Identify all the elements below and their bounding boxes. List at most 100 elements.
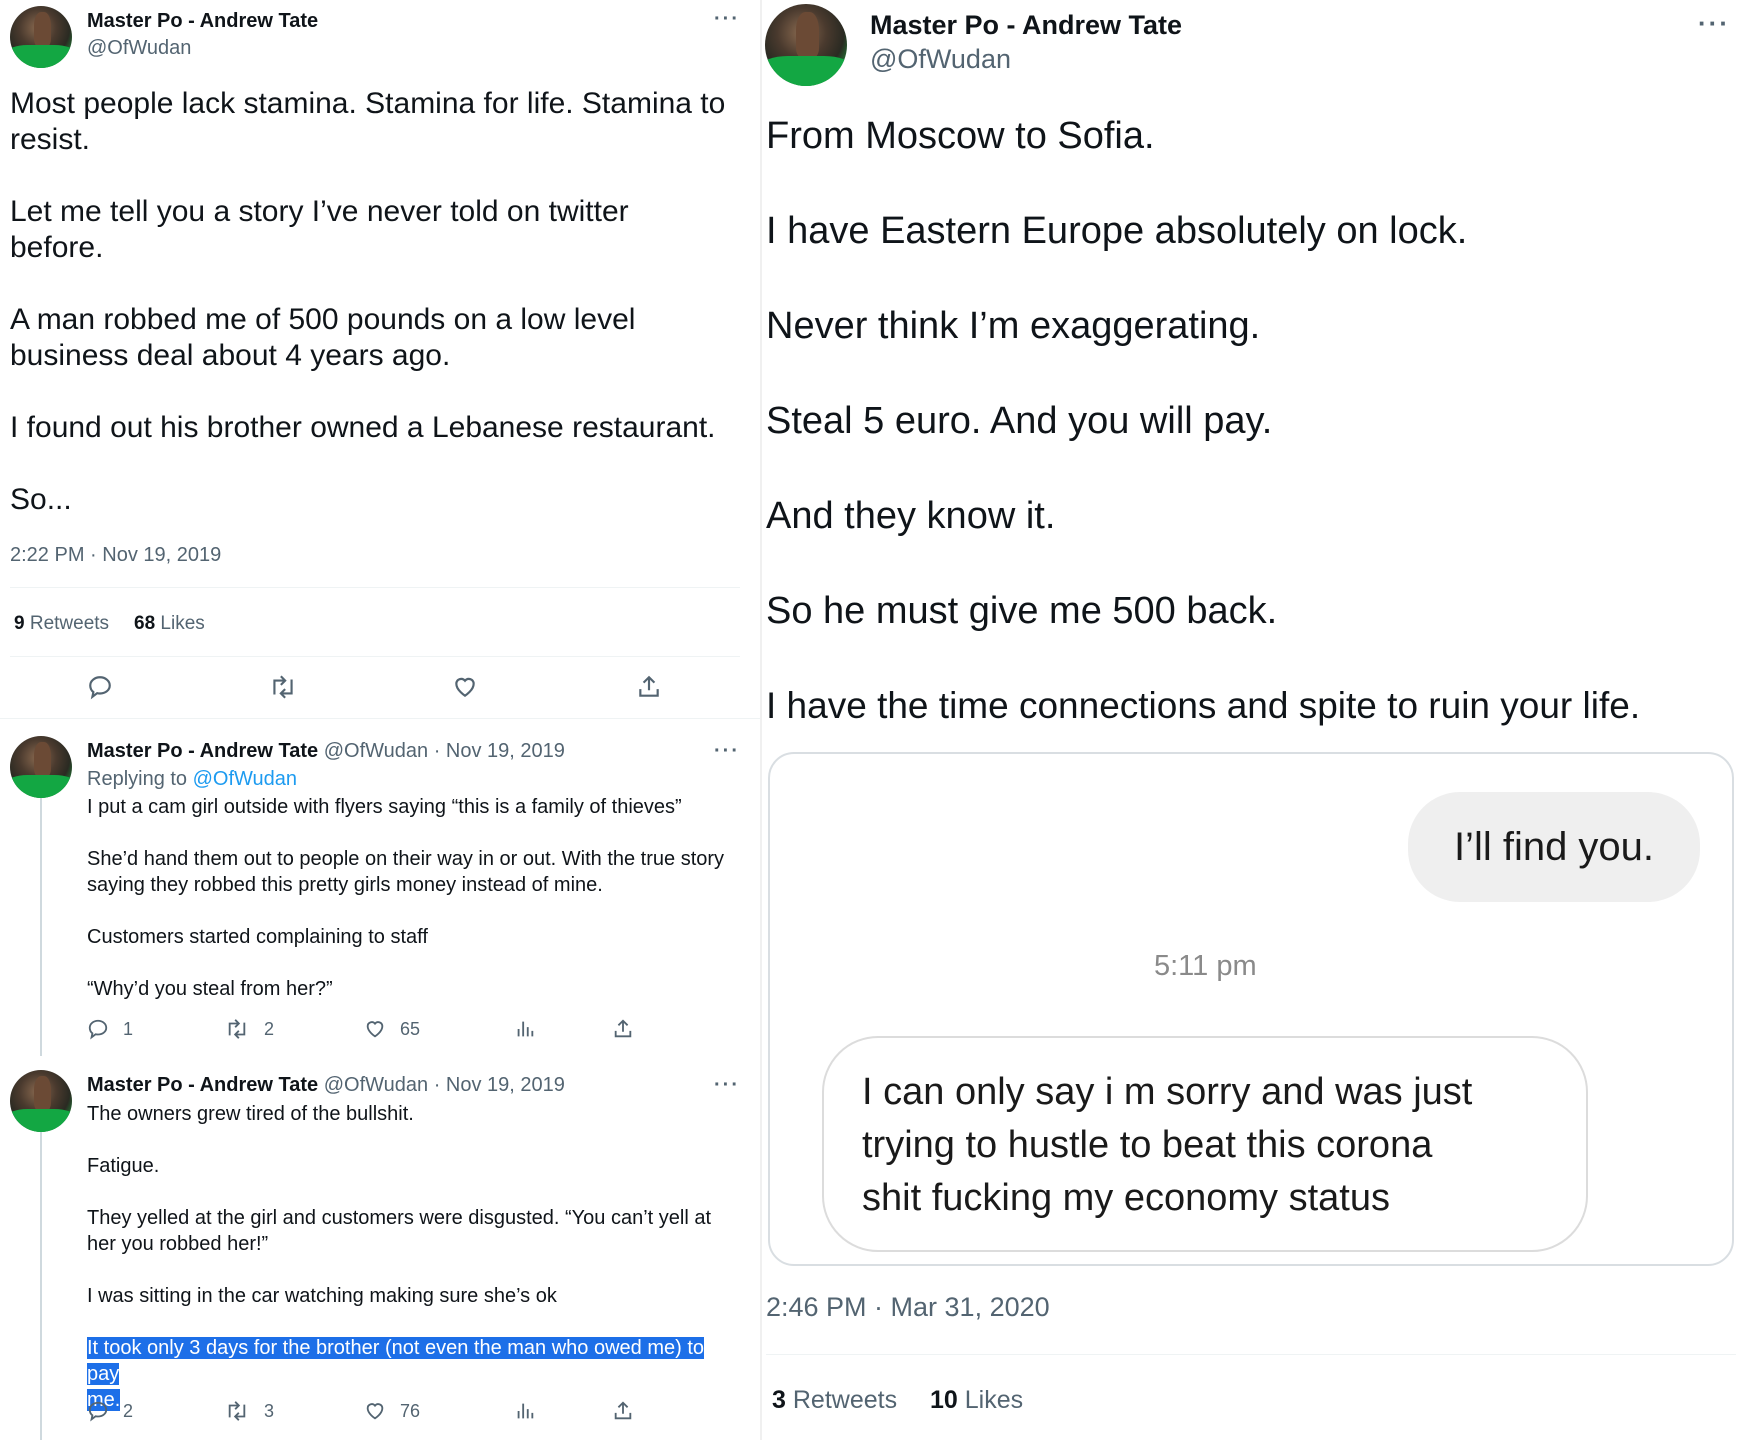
retweet-button[interactable] (268, 674, 298, 700)
reply-paragraph: I was sitting in the car watching making… (87, 1285, 557, 1307)
heart-icon (366, 1021, 384, 1038)
reply-button[interactable] (87, 674, 113, 700)
retweet-icon (273, 675, 293, 699)
reply-paragraph: Customers started complaining to staff (87, 926, 428, 948)
author-name[interactable]: Master Po - Andrew Tate (870, 10, 1182, 41)
sent-message-text: I’ll find you. (1453, 824, 1655, 869)
share-button[interactable] (612, 1400, 634, 1422)
divider (766, 1354, 1736, 1355)
avatar[interactable] (10, 736, 72, 798)
heart-icon (455, 677, 475, 697)
tweet-paragraph: So he must give me 500 back. (766, 590, 1278, 632)
author-handle[interactable]: @OfWudan (870, 44, 1011, 75)
retweet-count: 2 (264, 1018, 275, 1039)
heart-icon (366, 1403, 384, 1420)
author-meta[interactable]: @OfWudan · Nov 19, 2019 (324, 740, 565, 762)
share-icon (639, 675, 659, 697)
received-line: trying to hustle to beat this corona (862, 1124, 1433, 1166)
author-name[interactable]: Master Po - Andrew Tate (87, 1074, 318, 1096)
reply-paragraph: She’d hand them out to people on their w… (87, 848, 725, 896)
like-button[interactable]: 76 (364, 1400, 420, 1422)
avatar[interactable] (10, 1070, 72, 1132)
like-count: 65 (400, 1018, 421, 1039)
likes-count: 68 (134, 613, 156, 634)
replying-to-handle[interactable]: @OfWudan (193, 768, 297, 790)
like-button[interactable] (452, 674, 478, 700)
tweet-paragraph: I have Eastern Europe absolutely on lock… (766, 210, 1468, 252)
replying-to: Replying to @OfWudan (87, 768, 297, 791)
likes-label: Likes (964, 1386, 1024, 1414)
retweets-count: 9 (14, 613, 25, 634)
reply-paragraph: They yelled at the girl and customers we… (87, 1207, 712, 1255)
more-options-icon[interactable]: ··· (714, 8, 740, 31)
likes-count: 10 (930, 1386, 958, 1414)
analytics-button[interactable] (514, 1018, 536, 1040)
author-handle[interactable]: @OfWudan (87, 37, 191, 60)
avatar[interactable] (10, 6, 72, 68)
reply-icon (88, 1019, 108, 1040)
thread-line (40, 1130, 42, 1440)
reply-button[interactable]: 2 (87, 1400, 133, 1422)
selected-text[interactable]: It took only 3 days for the brother (not… (87, 1337, 705, 1385)
share-button[interactable] (612, 1018, 634, 1040)
retweet-button[interactable]: 2 (224, 1018, 274, 1040)
retweet-icon (228, 1019, 246, 1039)
tweet-paragraph: I found out his brother owned a Lebanese… (10, 411, 716, 444)
reply-paragraph: The owners grew tired of the bullshit. (87, 1103, 414, 1125)
author-name[interactable]: Master Po - Andrew Tate (87, 10, 318, 33)
share-button[interactable] (636, 674, 662, 700)
tweet-paragraph: Let me tell you a story I’ve never told … (10, 195, 629, 264)
likes-label: Likes (160, 613, 205, 634)
reply-paragraph: Fatigue. (87, 1155, 160, 1177)
reply-button[interactable]: 1 (87, 1018, 133, 1040)
share-icon (614, 1401, 632, 1420)
tweet-paragraph: A man robbed me of 500 pounds on a low l… (10, 303, 636, 372)
reply-paragraph: I put a cam girl outside with flyers say… (87, 796, 682, 818)
more-options-icon[interactable]: ··· (1698, 8, 1730, 39)
likes-stat[interactable]: 68 Likes (134, 613, 205, 635)
reply-icon (89, 676, 111, 700)
retweets-label: Retweets (29, 613, 110, 634)
more-options-icon[interactable]: ··· (714, 1074, 740, 1097)
reply-paragraph: “Why’d you steal from her?” (87, 978, 333, 1000)
received-message-bubble: I can only say i m sorry and was just tr… (822, 1036, 1588, 1252)
reply-count: 1 (123, 1018, 134, 1039)
analytics-button[interactable] (514, 1400, 536, 1422)
author-name[interactable]: Master Po - Andrew Tate (87, 740, 318, 762)
right-panel: Master Po - Andrew Tate @OfWudan ··· Fro… (762, 0, 1741, 1440)
tweet-timestamp[interactable]: 2:22 PM · Nov 19, 2019 (10, 544, 221, 567)
share-icon (614, 1019, 632, 1038)
tweet-paragraph: So... (10, 483, 72, 516)
analytics-icon (517, 1021, 534, 1037)
tweet-timestamp[interactable]: 2:46 PM · Mar 31, 2020 (766, 1292, 1050, 1323)
tweet-paragraph: I have the time connections and spite to… (766, 685, 1641, 726)
author-meta[interactable]: @OfWudan · Nov 19, 2019 (324, 1074, 565, 1096)
avatar[interactable] (765, 4, 847, 86)
likes-stat[interactable]: 10 Likes (930, 1386, 1023, 1415)
retweet-count: 3 (264, 1400, 275, 1421)
like-button[interactable]: 65 (364, 1018, 420, 1040)
divider (10, 656, 740, 657)
analytics-icon (517, 1403, 534, 1419)
tweet-paragraph: Never think I’m exaggerating. (766, 305, 1261, 347)
left-panel: Master Po - Andrew Tate @OfWudan ··· Mos… (0, 0, 760, 1440)
tweet-paragraph: And they know it. (766, 495, 1056, 537)
more-options-icon[interactable]: ··· (714, 740, 740, 763)
tweet-paragraph: Most people lack stamina. Stamina for li… (10, 87, 726, 156)
reply-header: Master Po - Andrew Tate @OfWudan · Nov 1… (87, 740, 565, 763)
message-time: 5:11 pm (1154, 950, 1257, 982)
reply-count: 2 (123, 1400, 134, 1421)
reply-icon (88, 1401, 108, 1422)
retweet-icon (228, 1401, 246, 1421)
received-line: I can only say i m sorry and was just (862, 1071, 1473, 1113)
divider (10, 587, 740, 588)
tweet-image[interactable]: I’ll find you. 5:11 pm I can only say i … (768, 752, 1734, 1266)
sent-message-bubble: I’ll find you. (1408, 792, 1700, 902)
received-message-text: I can only say i m sorry and was just tr… (862, 1066, 1472, 1225)
received-line: shit fucking my economy status (862, 1177, 1390, 1219)
reply-header: Master Po - Andrew Tate @OfWudan · Nov 1… (87, 1074, 565, 1097)
retweets-stat[interactable]: 9 Retweets (14, 613, 109, 635)
retweets-stat[interactable]: 3 Retweets (772, 1386, 897, 1415)
thread-line (40, 796, 42, 1056)
retweet-button[interactable]: 3 (224, 1400, 274, 1422)
